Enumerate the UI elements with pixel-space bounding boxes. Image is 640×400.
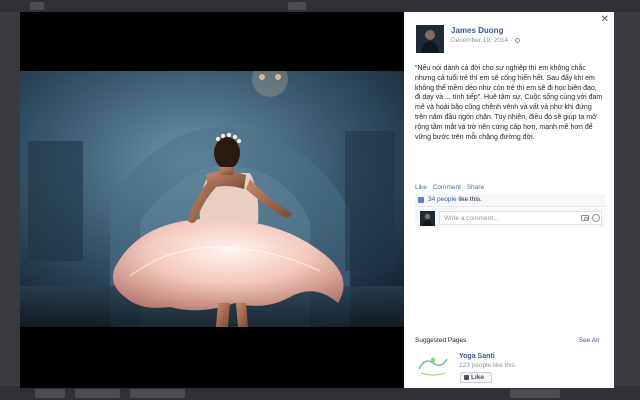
likes-summary: 34 people like this. <box>415 194 605 207</box>
author-avatar[interactable] <box>416 25 444 53</box>
emoji-icon[interactable] <box>592 214 600 222</box>
globe-icon[interactable] <box>514 37 520 43</box>
ballet-dancer-image <box>20 71 404 327</box>
suggested-pages-title: Suggested Pages <box>415 337 467 344</box>
meta-separator: · <box>509 37 513 44</box>
yoga-santi-logo-image <box>418 357 448 376</box>
yoga-santi-logo[interactable] <box>415 351 451 381</box>
like-thumb-icon <box>418 197 424 203</box>
background-item <box>510 389 560 398</box>
viewer-avatar <box>420 211 435 226</box>
suggested-like-button[interactable]: Like <box>460 372 492 383</box>
like-button-label: Like <box>471 374 485 381</box>
background-item <box>35 389 65 398</box>
background-top-bar <box>0 0 640 12</box>
comment-input[interactable] <box>439 211 602 225</box>
see-all-link[interactable]: See All <box>579 337 599 344</box>
background-tab <box>288 2 306 10</box>
share-link[interactable]: Share <box>467 184 484 191</box>
suggested-page-likes: 223 people like this. <box>459 362 517 369</box>
comment-link[interactable]: Comment <box>433 184 461 191</box>
author-avatar-image <box>416 25 444 53</box>
background-item <box>75 389 120 398</box>
post-actions: Like · Comment · Share <box>415 184 484 191</box>
likes-suffix: like this. <box>456 196 482 203</box>
action-separator: · <box>428 184 431 191</box>
author-name[interactable]: James Duong <box>451 26 503 35</box>
viewer-avatar-image <box>420 211 435 226</box>
like-thumb-icon <box>464 375 469 380</box>
suggested-page-name[interactable]: Yoga Santi <box>459 353 495 360</box>
likes-text: 34 people like this. <box>428 196 482 203</box>
post-date[interactable]: December 19, 2014 <box>451 37 508 44</box>
likes-count-link[interactable]: 34 people <box>428 196 457 203</box>
background-tab <box>30 2 44 10</box>
background-item <box>130 389 185 398</box>
action-separator: · <box>462 184 465 191</box>
photo-stage[interactable] <box>20 12 404 388</box>
post-text: "Nếu nói dành cả đời cho sự nghiệp thì e… <box>415 65 603 141</box>
close-icon[interactable]: ✕ <box>601 14 609 25</box>
post-meta: December 19, 2014 · <box>451 37 520 44</box>
like-link[interactable]: Like <box>415 184 427 191</box>
ballet-photo[interactable] <box>20 71 404 327</box>
photo-lightbox: ✕ James Duong December 19, 2014 · "Nếu n… <box>20 12 614 388</box>
post-sidebar: ✕ James Duong December 19, 2014 · "Nếu n… <box>404 12 614 388</box>
camera-icon[interactable] <box>581 215 589 221</box>
comment-composer <box>415 208 605 228</box>
